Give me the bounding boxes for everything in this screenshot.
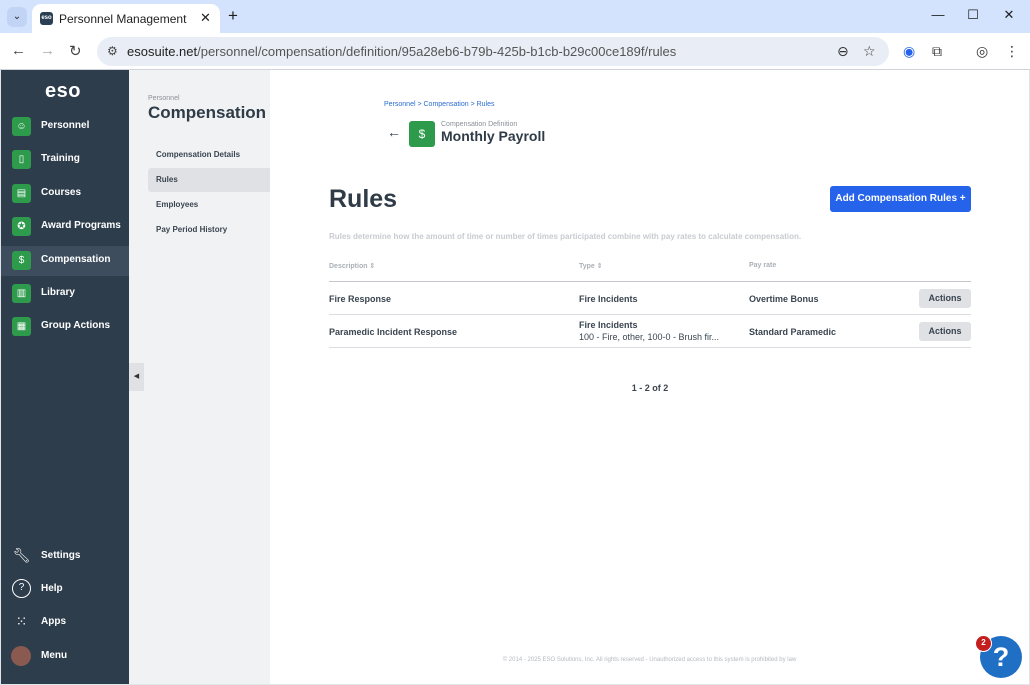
subnav-label: Employees	[156, 200, 199, 209]
collapse-sidebar-button[interactable]: ◀	[129, 363, 144, 391]
reload-icon[interactable]: ↻	[69, 42, 82, 60]
nav-label: Library	[41, 287, 75, 298]
add-compensation-rules-button[interactable]: Add Compensation Rules +	[830, 186, 971, 212]
nav-item-personnel[interactable]: ☺ Personnel	[1, 112, 129, 142]
group-actions-icon: ▦	[12, 317, 31, 336]
apps-grid-icon: ⁙	[15, 613, 28, 629]
window-close-icon[interactable]: ✕	[999, 7, 1019, 25]
extensions-puzzle-icon[interactable]: ⧉	[932, 43, 942, 60]
breadcrumb[interactable]: Personnel > Compensation > Rules	[384, 101, 495, 108]
subnav-title: Compensation	[148, 103, 267, 122]
nav-item-courses[interactable]: ▤ Courses	[1, 179, 129, 209]
nav-item-library[interactable]: ▥ Library	[1, 279, 129, 309]
back-icon[interactable]: ←	[11, 42, 26, 59]
more-menu-icon[interactable]: ⋮	[1005, 43, 1019, 60]
nav-item-settings[interactable]: 🔧︎ Settings	[1, 542, 129, 572]
column-header-description[interactable]: Description ⇕	[329, 262, 375, 270]
table-header: Description ⇕ Type ⇕ Pay rate	[329, 256, 971, 282]
nav-item-group-actions[interactable]: ▦ Group Actions	[1, 312, 129, 342]
nav-label: Training	[41, 153, 80, 164]
nav-item-apps[interactable]: ⁙ Apps	[1, 608, 129, 638]
nav-item-help[interactable]: ? Help	[1, 575, 129, 605]
avatar	[11, 646, 31, 666]
subnav-label: Rules	[156, 175, 178, 184]
column-header-type[interactable]: Type ⇕	[579, 262, 603, 270]
nav-label: Group Actions	[41, 320, 111, 331]
new-tab-icon[interactable]: +	[228, 6, 238, 26]
nav-label: Help	[41, 583, 63, 594]
back-arrow-icon[interactable]: ←	[387, 124, 401, 140]
tab-title: Personnel Management	[59, 12, 187, 26]
pagination-summary: 1 - 2 of 2	[631, 383, 669, 393]
page-title: Rules	[329, 185, 398, 213]
award-icon: ✪	[12, 217, 31, 236]
help-icon: ?	[12, 579, 31, 598]
tab-close-icon[interactable]: ✕	[200, 10, 211, 26]
secondary-sidebar: ◀ Personnel Compensation Compensation De…	[129, 70, 270, 684]
library-icon: ▥	[12, 284, 31, 303]
subnav-label: Pay Period History	[156, 225, 228, 234]
minimize-icon[interactable]: —	[928, 7, 948, 25]
zoom-icon[interactable]: ⊖	[837, 43, 849, 60]
nav-item-training[interactable]: ▯ Training	[1, 145, 129, 175]
nav-item-menu[interactable]: Menu	[1, 642, 129, 672]
maximize-icon[interactable]: ☐	[963, 7, 983, 25]
browser-tabstrip: ⌄ eso Personnel Management ✕ + — ☐ ✕	[0, 0, 1030, 33]
wrench-icon: 🔧︎	[12, 547, 31, 563]
nav-label: Settings	[41, 550, 81, 561]
cell-pay-rate: Overtime Bonus	[749, 294, 819, 304]
app: eso ☺ Personnel ▯ Training ▤ Courses ✪ A…	[1, 70, 1029, 684]
definition-kicker: Compensation Definition	[441, 121, 518, 128]
cell-description: Fire Response	[329, 294, 392, 304]
subnav-label: Compensation Details	[156, 150, 241, 159]
subnav-item-pay-period-history[interactable]: Pay Period History	[148, 218, 270, 242]
bookmark-star-icon[interactable]: ☆	[863, 43, 876, 60]
notification-badge: 2	[975, 635, 992, 652]
cell-type-detail: 100 - Fire, other, 100-0 - Brush fir...	[579, 332, 720, 342]
page-description: Rules determine how the amount of time o…	[329, 232, 802, 241]
nav-label: Award Programs	[41, 220, 121, 231]
cell-type: Fire Incidents	[579, 320, 638, 330]
certificate-icon: ▤	[12, 184, 31, 203]
nav-item-award-programs[interactable]: ✪ Award Programs	[1, 212, 129, 242]
eso-logo: eso	[45, 80, 81, 102]
forward-icon[interactable]: →	[40, 42, 55, 59]
actions-button[interactable]: Actions	[919, 322, 971, 341]
compensation-definition-icon: $	[409, 121, 435, 147]
definition-title: Monthly Payroll	[441, 128, 546, 144]
subnav-item-employees[interactable]: Employees	[148, 193, 270, 217]
cell-type: Fire Incidents	[579, 294, 638, 304]
extension-icon[interactable]: ◉	[903, 43, 915, 60]
people-icon: ☺	[12, 117, 31, 136]
nav-label: Courses	[41, 187, 82, 198]
subnav-kicker: Personnel	[148, 95, 180, 102]
table-row[interactable]: Paramedic Incident Response Fire Inciden…	[329, 315, 971, 348]
browser-toolbar: ← → ↻ ⚙ esosuite.net/personnel/compensat…	[0, 33, 1030, 70]
nav-item-compensation[interactable]: $ Compensation	[1, 246, 129, 276]
eso-favicon-icon: eso	[40, 12, 53, 25]
subnav-item-rules[interactable]: Rules	[148, 168, 270, 192]
cell-pay-rate: Standard Paramedic	[749, 327, 837, 337]
site-settings-icon[interactable]: ⚙	[107, 44, 118, 58]
subnav-item-compensation-details[interactable]: Compensation Details	[148, 143, 270, 167]
nav-label: Menu	[41, 650, 68, 661]
browser-tab[interactable]: eso Personnel Management ✕	[32, 4, 220, 33]
footer-copyright: © 2014 - 2025 ESO Solutions, Inc. All ri…	[502, 657, 797, 663]
nav-label: Compensation	[41, 254, 111, 265]
column-header-pay-rate: Pay rate	[749, 262, 777, 269]
compensation-icon: $	[12, 251, 31, 270]
main-content: Personnel > Compensation > Rules ← $ Com…	[270, 70, 1029, 684]
book-icon: ▯	[12, 150, 31, 169]
cell-description: Paramedic Incident Response	[329, 327, 458, 337]
nav-label: Apps	[41, 616, 66, 627]
url-text: esosuite.net/personnel/compensation/defi…	[127, 44, 677, 59]
profile-icon[interactable]: ◎	[976, 43, 988, 60]
nav-label: Personnel	[41, 120, 90, 131]
table-row[interactable]: Fire Response Fire Incidents Overtime Bo…	[329, 282, 971, 315]
actions-button[interactable]: Actions	[919, 289, 971, 308]
address-bar[interactable]: ⚙ esosuite.net/personnel/compensation/de…	[97, 37, 889, 66]
tab-search-icon[interactable]: ⌄	[7, 7, 27, 27]
primary-sidebar: eso ☺ Personnel ▯ Training ▤ Courses ✪ A…	[1, 70, 129, 684]
